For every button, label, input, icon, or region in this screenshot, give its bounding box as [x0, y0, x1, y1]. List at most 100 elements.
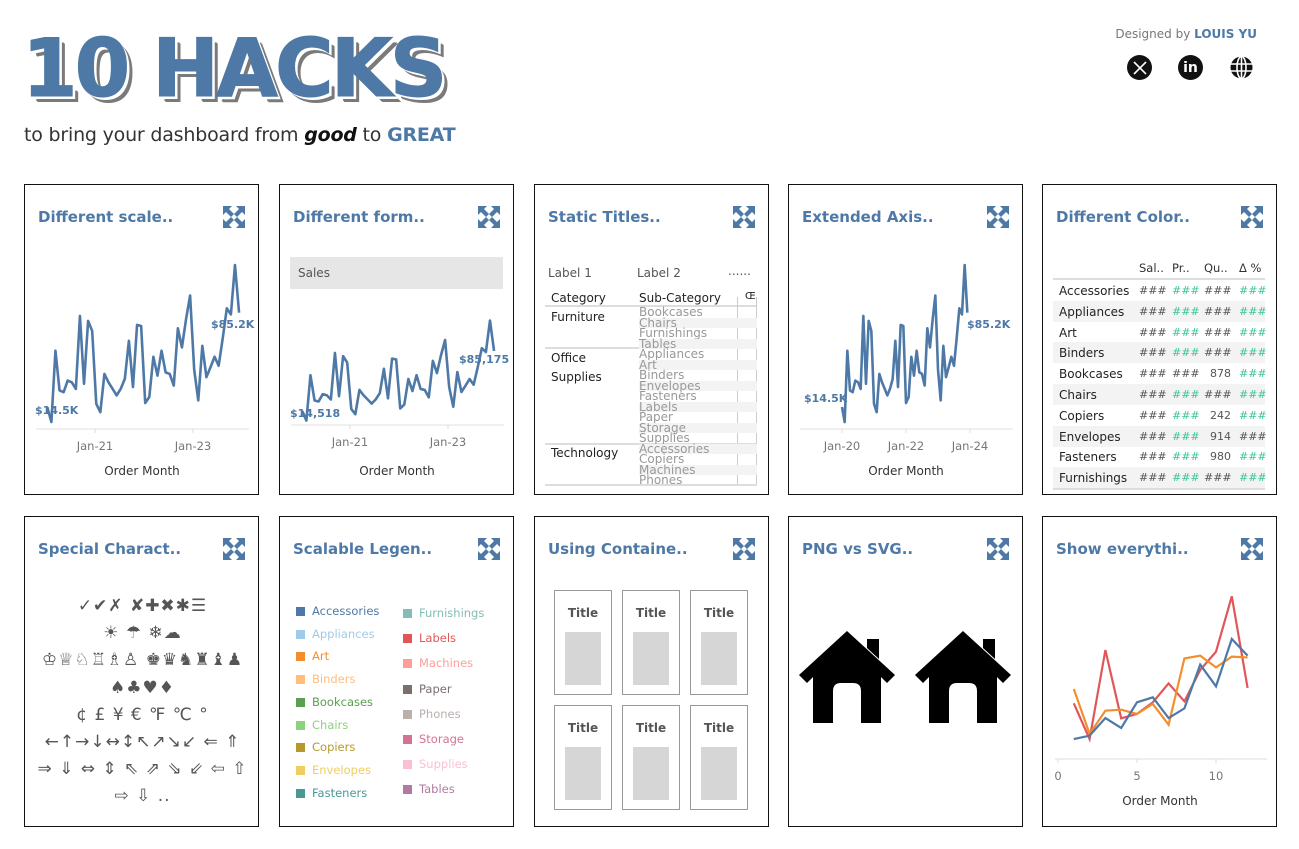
legend-item[interactable]: Accessories — [296, 604, 379, 618]
expand-icon[interactable] — [731, 536, 757, 562]
legend-label: Chairs — [312, 717, 349, 732]
globe-icon[interactable] — [1229, 55, 1254, 80]
linkedin-icon[interactable]: in — [1178, 55, 1203, 80]
legend-item[interactable]: Copiers — [296, 740, 356, 755]
container-box: Title — [554, 590, 612, 695]
x-tick-label: Jan-20 — [823, 439, 861, 453]
sales-line — [301, 319, 496, 422]
legend-label: Tables — [419, 782, 455, 797]
table-cell: ### — [1239, 346, 1267, 360]
table-cell: ### — [1239, 304, 1267, 318]
x-axis-title: Order Month — [359, 464, 435, 478]
table-cell: ### — [1172, 367, 1200, 381]
table-cell: ### — [1239, 325, 1267, 339]
x-tick-label: 0 — [1054, 769, 1061, 783]
table-cell: ### — [1172, 325, 1200, 339]
chart: 0 5 10 Order Month — [1054, 596, 1267, 808]
legend-swatch — [403, 709, 412, 719]
legend-swatch — [296, 675, 305, 685]
x-icon[interactable] — [1127, 55, 1152, 80]
table-cell: ### — [1239, 408, 1267, 422]
legend-item[interactable]: Furnishings — [403, 606, 485, 620]
card-scalable-legend: Scalable Legen.. Accessories Appliances Ar… — [279, 516, 514, 827]
legend-item[interactable]: Binders — [296, 672, 355, 686]
table-row: Envelopes ### ### 914 ### — [1053, 425, 1267, 447]
legend-item[interactable]: Appliances — [296, 626, 375, 641]
row-label: Furnishings — [1059, 471, 1128, 486]
legend-item[interactable]: Tables — [403, 782, 455, 797]
expand-icon[interactable] — [731, 204, 757, 230]
legend-item[interactable]: Chairs — [296, 717, 349, 732]
table-row: Copiers ### ### 242 ### — [1053, 405, 1267, 426]
legend-item[interactable]: Art — [296, 649, 330, 664]
table-cell: ### — [1204, 304, 1232, 318]
legend-label: Machines — [419, 656, 474, 671]
x-tick-label: 5 — [1133, 769, 1140, 783]
expand-icon[interactable] — [1239, 204, 1265, 230]
container-title: Title — [703, 606, 735, 620]
legend-item[interactable]: Labels — [403, 631, 456, 645]
table-cell: 242 — [1210, 408, 1231, 422]
author-name[interactable]: LOUIS YU — [1194, 27, 1257, 41]
column-header-category: Category — [551, 291, 606, 305]
label-1: Label 1 — [548, 266, 592, 280]
legend-label: Phones — [419, 706, 461, 721]
card-title: Scalable Legen.. — [293, 540, 433, 558]
sub-category-cell: Phones — [639, 473, 683, 487]
container-title: Title — [567, 606, 599, 620]
expand-icon[interactable] — [221, 536, 247, 562]
category-cell: Technology — [551, 446, 619, 460]
card-different-color: Different Color.. Sal.. Pr.. Qu.. Δ % Access… — [1042, 184, 1277, 495]
legend-label: Art — [312, 649, 330, 664]
legend-swatch — [296, 652, 305, 662]
legend-label: Supplies — [419, 757, 468, 772]
legend-swatch — [403, 684, 412, 694]
legend-item[interactable]: Storage — [403, 732, 464, 746]
container-box: Title — [622, 590, 680, 695]
table-row: Bookcases ### ### 878 ### — [1053, 363, 1267, 384]
x-tick-label: Jan-23 — [174, 439, 212, 453]
series-line — [1073, 636, 1249, 741]
table-cell: ### — [1204, 325, 1232, 339]
x-tick-label: Jan-22 — [887, 439, 925, 453]
expand-icon[interactable] — [476, 536, 502, 562]
legend-item[interactable]: Envelopes — [296, 763, 371, 777]
legend-swatch — [403, 735, 412, 744]
max-label: $85.2K — [211, 318, 255, 331]
table-cell: ### — [1172, 450, 1200, 464]
subtitle-text: to bring your dashboard from — [24, 124, 305, 146]
card-title: Using Containe.. — [548, 540, 688, 558]
special-character-row: ¢ £ ¥ € ℉ ℃ ° — [76, 704, 209, 725]
row-label: Fasteners — [1059, 450, 1117, 465]
table-row: Accessories ### ### ### ### — [1053, 280, 1267, 301]
category-cell: Furniture — [551, 310, 605, 324]
legend-item[interactable]: Bookcases — [296, 695, 373, 709]
legend-item[interactable]: Fasteners — [296, 786, 367, 800]
legend-item[interactable]: Supplies — [403, 757, 468, 772]
legend-label: Copiers — [312, 740, 356, 755]
legend-item[interactable]: Machines — [403, 656, 474, 671]
table-cell: ### — [1139, 367, 1167, 381]
table-cell: ### — [1139, 408, 1167, 422]
container-title: Title — [635, 606, 667, 620]
legend-swatch — [403, 760, 412, 770]
house-icon-png — [799, 629, 895, 729]
placeholder-rect — [633, 632, 669, 685]
expand-icon[interactable] — [985, 536, 1011, 562]
table-cell: ### — [1204, 346, 1232, 360]
x-tick-label: Jan-21 — [76, 439, 114, 453]
column-header-sub-category: Sub-Category — [639, 291, 721, 305]
legend-swatch — [296, 629, 305, 639]
legend-swatch — [403, 659, 412, 669]
column-header-measure: Œ — [745, 291, 756, 302]
legend-item[interactable]: Paper — [403, 681, 452, 696]
row-label: Binders — [1059, 346, 1105, 361]
legend-label: Paper — [419, 681, 452, 696]
legend-item[interactable]: Phones — [403, 706, 461, 721]
table-cell: ### — [1204, 284, 1232, 297]
legend-label: Appliances — [312, 626, 375, 641]
card-png-vs-svg: PNG vs SVG.. — [788, 516, 1023, 827]
legend-label: Furnishings — [419, 606, 485, 620]
min-label: $14.5K — [35, 404, 79, 417]
table-cell: ### — [1172, 346, 1200, 360]
